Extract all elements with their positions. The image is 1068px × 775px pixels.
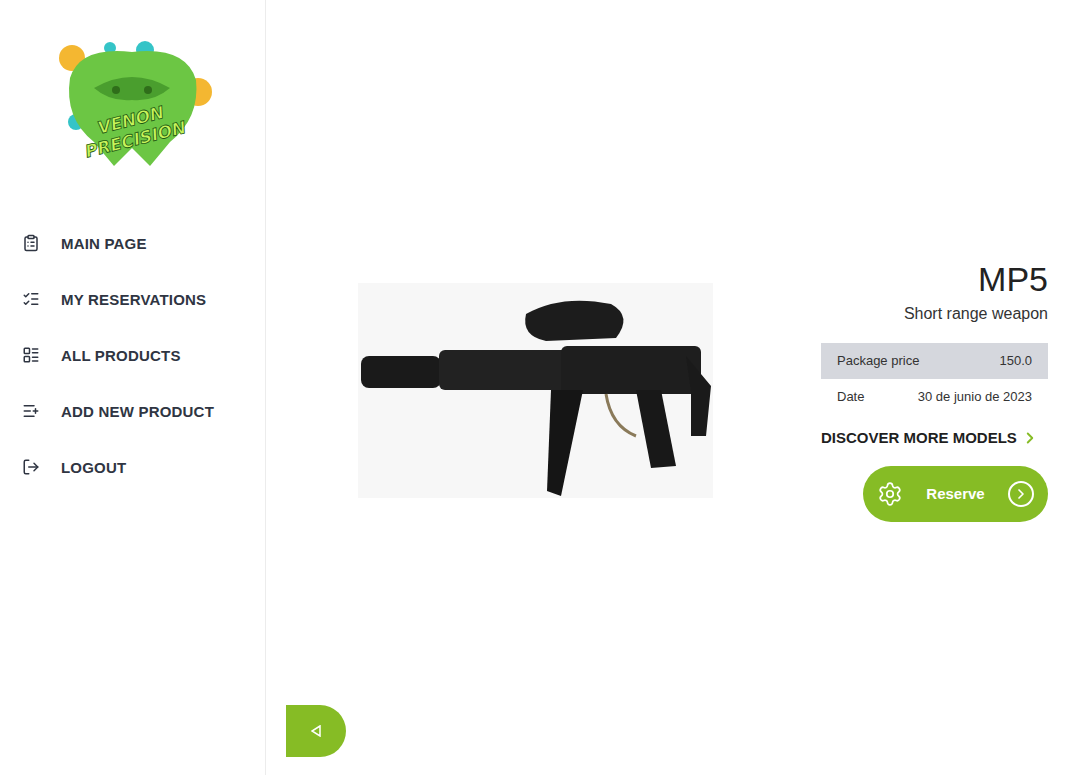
product-subtitle: Short range weapon bbox=[904, 305, 1048, 323]
sidebar-item[interactable]: MY RESERVATIONS bbox=[22, 283, 265, 315]
svg-text:PRECISION: PRECISION bbox=[83, 117, 188, 161]
weapon-icon bbox=[361, 286, 711, 496]
page: VENONPRECISION MAIN PAGE MY RESERVATIONS AL… bbox=[0, 0, 1068, 775]
nav-icon bbox=[22, 346, 40, 364]
arrow-circle-icon bbox=[1008, 481, 1034, 507]
logo: VENONPRECISION bbox=[50, 38, 215, 173]
detail-row: Package price150.0 bbox=[821, 343, 1048, 379]
product-title: MP5 bbox=[978, 260, 1048, 299]
gear-icon bbox=[877, 481, 903, 507]
reserve-button[interactable]: Reserve bbox=[863, 466, 1048, 522]
nav-icon bbox=[22, 458, 40, 476]
logo-container: VENONPRECISION bbox=[0, 0, 265, 172]
back-button[interactable] bbox=[286, 705, 346, 757]
nav-icon bbox=[22, 290, 40, 308]
sidebar-item[interactable]: MAIN PAGE bbox=[22, 227, 265, 259]
sidebar: VENONPRECISION MAIN PAGE MY RESERVATIONS AL… bbox=[0, 0, 266, 775]
sidebar-item[interactable]: ADD NEW PRODUCT bbox=[22, 395, 265, 427]
triangle-left-icon bbox=[311, 725, 321, 737]
product-image bbox=[358, 283, 713, 498]
product-info: MP5Short range weaponPackage price150.0D… bbox=[821, 260, 1048, 522]
bottom-bar bbox=[266, 705, 1068, 775]
chevron-right-icon bbox=[1021, 429, 1039, 447]
sidebar-nav: MAIN PAGE MY RESERVATIONS ALL PRODUCTS ADD … bbox=[0, 227, 265, 483]
detail-row: Date30 de junio de 2023 bbox=[821, 379, 1048, 415]
sidebar-item[interactable]: LOGOUT bbox=[22, 451, 265, 483]
product-details: Package price150.0Date30 de junio de 202… bbox=[821, 343, 1048, 415]
product-view: MP5Short range weaponPackage price150.0D… bbox=[266, 0, 1068, 705]
nav-icon bbox=[22, 234, 40, 252]
nav-icon bbox=[22, 402, 40, 420]
discover-link[interactable]: DISCOVER MORE MODELS bbox=[821, 429, 1039, 447]
sidebar-item[interactable]: ALL PRODUCTS bbox=[22, 339, 265, 371]
main-content: MP5Short range weaponPackage price150.0D… bbox=[266, 0, 1068, 775]
